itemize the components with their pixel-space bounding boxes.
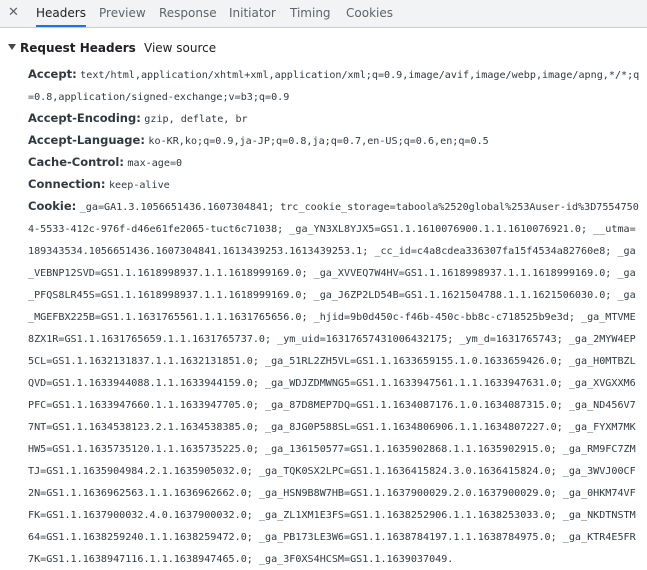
header-name: Cookie: <box>28 199 77 213</box>
tab-preview[interactable]: Preview <box>99 0 146 27</box>
header-name: Cache-Control: <box>28 155 124 169</box>
header-value: gzip, deflate, br <box>144 114 248 125</box>
close-icon[interactable]: ✕ <box>8 4 19 22</box>
tab-cookies[interactable]: Cookies <box>346 0 393 27</box>
request-headers-section-toggle[interactable]: Request Headers <box>8 41 136 57</box>
header-value: _ga=GA1.3.1056651436.1607304841; trc_coo… <box>28 202 639 565</box>
header-row-cookie: Cookie: _ga=GA1.3.1056651436.1607304841;… <box>28 196 640 570</box>
header-name: Connection: <box>28 177 106 191</box>
tab-timing[interactable]: Timing <box>290 0 331 27</box>
tab-headers[interactable]: Headers <box>36 0 86 27</box>
section-title: Request Headers <box>20 41 136 55</box>
header-name: Accept-Language: <box>28 133 145 147</box>
header-value: max-age=0 <box>127 158 183 169</box>
header-row-accept-language: Accept-Language: ko-KR,ko;q=0.9,ja-JP;q=… <box>28 130 640 152</box>
header-value: ko-KR,ko;q=0.9,ja-JP;q=0.8,ja;q=0.7,en-U… <box>148 136 489 147</box>
header-row-cache-control: Cache-Control: max-age=0 <box>28 152 640 174</box>
tab-response[interactable]: Response <box>159 0 217 27</box>
header-row-accept: Accept: text/html,application/xhtml+xml,… <box>28 64 640 108</box>
view-source-link[interactable]: View source <box>144 41 216 55</box>
header-row-accept-encoding: Accept-Encoding: gzip, deflate, br <box>28 108 640 130</box>
header-name: Accept-Encoding: <box>28 111 141 125</box>
header-value: text/html,application/xhtml+xml,applicat… <box>28 70 640 103</box>
header-name: Accept: <box>28 67 77 81</box>
devtools-tab-bar: ✕ Headers Preview Response Initiator Tim… <box>0 0 647 28</box>
header-value: keep-alive <box>108 180 170 191</box>
tab-initiator[interactable]: Initiator <box>229 0 276 27</box>
header-row-connection: Connection: keep-alive <box>28 174 640 196</box>
request-headers-list: Accept: text/html,application/xhtml+xml,… <box>28 64 640 570</box>
expand-triangle-icon <box>8 44 16 50</box>
